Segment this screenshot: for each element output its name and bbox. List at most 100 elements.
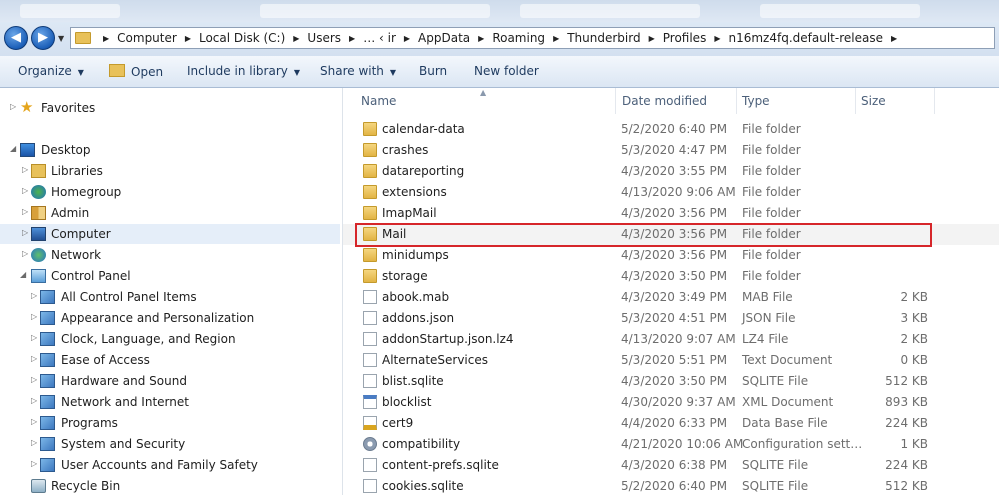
nav-cp-item[interactable]: ▷ Hardware and Sound — [0, 371, 340, 391]
breadcrumb-item[interactable]: Thunderbird — [567, 31, 640, 45]
nav-cp-item[interactable]: ▷ Ease of Access — [0, 350, 340, 370]
file-row[interactable]: blocklist 4/30/2020 9:37 AM XML Document 89… — [343, 392, 999, 413]
user-accounts-icon — [40, 458, 55, 472]
column-header-date[interactable]: Date modified — [622, 94, 707, 108]
expand-arrow-icon[interactable]: ▷ — [31, 333, 37, 342]
recent-pages-dropdown-icon[interactable]: ▼ — [58, 34, 64, 43]
breadcrumb: ▶ Computer ▶ Local Disk (C:) ▶ Users ▶ …… — [95, 31, 905, 45]
breadcrumb-item[interactable]: Local Disk (C:) — [199, 31, 285, 45]
nav-cp-item[interactable]: ▷ Clock, Language, and Region — [0, 329, 340, 349]
chevron-right-icon[interactable]: ▶ — [404, 34, 410, 43]
file-row[interactable]: minidumps 4/3/2020 3:56 PM File folder — [343, 245, 999, 266]
file-row[interactable]: datareporting 4/3/2020 3:55 PM File folder — [343, 161, 999, 182]
expand-arrow-icon[interactable]: ▷ — [22, 249, 28, 258]
chevron-right-icon[interactable]: ▶ — [649, 34, 655, 43]
nav-label: System and Security — [61, 437, 186, 451]
file-row[interactable]: content-prefs.sqlite 4/3/2020 6:38 PM SQLI… — [343, 455, 999, 476]
file-row[interactable]: AlternateServices 5/3/2020 5:51 PM Text Do… — [343, 350, 999, 371]
include-in-library-button[interactable]: Include in library ▼ — [187, 64, 300, 78]
expand-arrow-icon[interactable]: ▷ — [31, 396, 37, 405]
nav-desktop[interactable]: ◢ Desktop — [0, 140, 340, 160]
breadcrumb-item[interactable]: … ‹ ir — [363, 31, 396, 45]
file-row[interactable]: compatibility 4/21/2020 10:06 AM Configura… — [343, 434, 999, 455]
nav-admin[interactable]: ▷ Admin — [0, 203, 340, 223]
chevron-right-icon[interactable]: ▶ — [891, 34, 897, 43]
nav-control-panel[interactable]: ◢ Control Panel — [0, 266, 340, 286]
nav-cp-item[interactable]: ▷ Network and Internet — [0, 392, 340, 412]
organize-button[interactable]: Organize ▼ — [18, 64, 84, 78]
breadcrumb-item[interactable]: Roaming — [492, 31, 545, 45]
column-header-size[interactable]: Size — [861, 94, 886, 108]
expand-arrow-icon[interactable]: ▷ — [31, 291, 37, 300]
chevron-right-icon[interactable]: ▶ — [293, 34, 299, 43]
nav-cp-item[interactable]: ▷ Appearance and Personalization — [0, 308, 340, 328]
file-row[interactable]: cookies.sqlite 5/2/2020 6:40 PM SQLITE Fil… — [343, 476, 999, 495]
nav-homegroup[interactable]: ▷ Homegroup — [0, 182, 340, 202]
expand-arrow-icon[interactable]: ▷ — [22, 228, 28, 237]
nav-network[interactable]: ▷ Network — [0, 245, 340, 265]
file-row[interactable]: addons.json 5/3/2020 4:51 PM JSON File 3 KB — [343, 308, 999, 329]
file-name: addonStartup.json.lz4 — [382, 332, 514, 346]
nav-cp-item[interactable]: ▷ All Control Panel Items — [0, 287, 340, 307]
nav-cp-item[interactable]: ▷ User Accounts and Family Safety — [0, 455, 340, 475]
expand-arrow-icon[interactable]: ▷ — [31, 354, 37, 363]
file-icon — [363, 290, 377, 304]
column-divider[interactable] — [615, 88, 616, 114]
burn-button[interactable]: Burn — [419, 64, 447, 78]
chevron-right-icon[interactable]: ▶ — [349, 34, 355, 43]
file-row[interactable]: crashes 5/3/2020 4:47 PM File folder — [343, 140, 999, 161]
file-row[interactable]: storage 4/3/2020 3:50 PM File folder — [343, 266, 999, 287]
nav-cp-item[interactable]: ▷ Programs — [0, 413, 340, 433]
file-row[interactable]: extensions 4/13/2020 9:06 AM File folder — [343, 182, 999, 203]
expand-arrow-icon[interactable]: ▷ — [22, 186, 28, 195]
file-date: 5/2/2020 6:40 PM — [621, 479, 728, 493]
breadcrumb-item[interactable]: AppData — [418, 31, 470, 45]
file-name: cert9 — [382, 416, 414, 430]
chevron-right-icon[interactable]: ▶ — [103, 34, 109, 43]
chevron-right-icon[interactable]: ▶ — [478, 34, 484, 43]
collapse-arrow-icon[interactable]: ◢ — [20, 270, 26, 279]
chevron-right-icon[interactable]: ▶ — [185, 34, 191, 43]
column-divider[interactable] — [934, 88, 935, 114]
file-date: 4/30/2020 9:37 AM — [621, 395, 736, 409]
new-folder-button[interactable]: New folder — [474, 64, 539, 78]
column-divider[interactable] — [855, 88, 856, 114]
forward-button-icon[interactable]: ▶ — [31, 26, 55, 50]
nav-favorites[interactable]: ▷ ★ Favorites — [0, 98, 340, 118]
nav-computer[interactable]: ▷ Computer — [0, 224, 340, 244]
file-row[interactable]: addonStartup.json.lz4 4/13/2020 9:07 AM LZ… — [343, 329, 999, 350]
file-row[interactable]: ImapMail 4/3/2020 3:56 PM File folder — [343, 203, 999, 224]
open-button[interactable]: Open — [109, 64, 163, 79]
expand-arrow-icon[interactable]: ▷ — [10, 102, 16, 111]
breadcrumb-item[interactable]: n16mz4fq.default-release — [728, 31, 882, 45]
file-row[interactable]: abook.mab 4/3/2020 3:49 PM MAB File 2 KB — [343, 287, 999, 308]
file-row[interactable]: calendar-data 5/2/2020 6:40 PM File folder — [343, 119, 999, 140]
collapse-arrow-icon[interactable]: ◢ — [10, 144, 16, 153]
expand-arrow-icon[interactable]: ▷ — [31, 312, 37, 321]
dropdown-arrow-icon: ▼ — [389, 68, 397, 77]
column-header-name[interactable]: Name — [361, 94, 396, 108]
breadcrumb-item[interactable]: Users — [307, 31, 341, 45]
nav-recycle-bin[interactable]: Recycle Bin — [0, 476, 340, 495]
breadcrumb-item[interactable]: Computer — [117, 31, 177, 45]
share-with-button[interactable]: Share with ▼ — [320, 64, 396, 78]
expand-arrow-icon[interactable]: ▷ — [31, 375, 37, 384]
file-name: addons.json — [382, 311, 455, 325]
breadcrumb-item[interactable]: Profiles — [663, 31, 707, 45]
expand-arrow-icon[interactable]: ▷ — [31, 459, 37, 468]
expand-arrow-icon[interactable]: ▷ — [22, 207, 28, 216]
nav-libraries[interactable]: ▷ Libraries — [0, 161, 340, 181]
column-header-type[interactable]: Type — [742, 94, 770, 108]
expand-arrow-icon[interactable]: ▷ — [22, 165, 28, 174]
file-row[interactable]: cert9 4/4/2020 6:33 PM Data Base File 224 K… — [343, 413, 999, 434]
file-name: content-prefs.sqlite — [382, 458, 499, 472]
column-divider[interactable] — [736, 88, 737, 114]
chevron-right-icon[interactable]: ▶ — [553, 34, 559, 43]
address-bar[interactable]: ▶ Computer ▶ Local Disk (C:) ▶ Users ▶ …… — [70, 27, 995, 49]
back-button-icon[interactable]: ◀ — [4, 26, 28, 50]
nav-cp-item[interactable]: ▷ System and Security — [0, 434, 340, 454]
file-row[interactable]: blist.sqlite 4/3/2020 3:50 PM SQLITE File 5… — [343, 371, 999, 392]
expand-arrow-icon[interactable]: ▷ — [31, 438, 37, 447]
expand-arrow-icon[interactable]: ▷ — [31, 417, 37, 426]
chevron-right-icon[interactable]: ▶ — [714, 34, 720, 43]
